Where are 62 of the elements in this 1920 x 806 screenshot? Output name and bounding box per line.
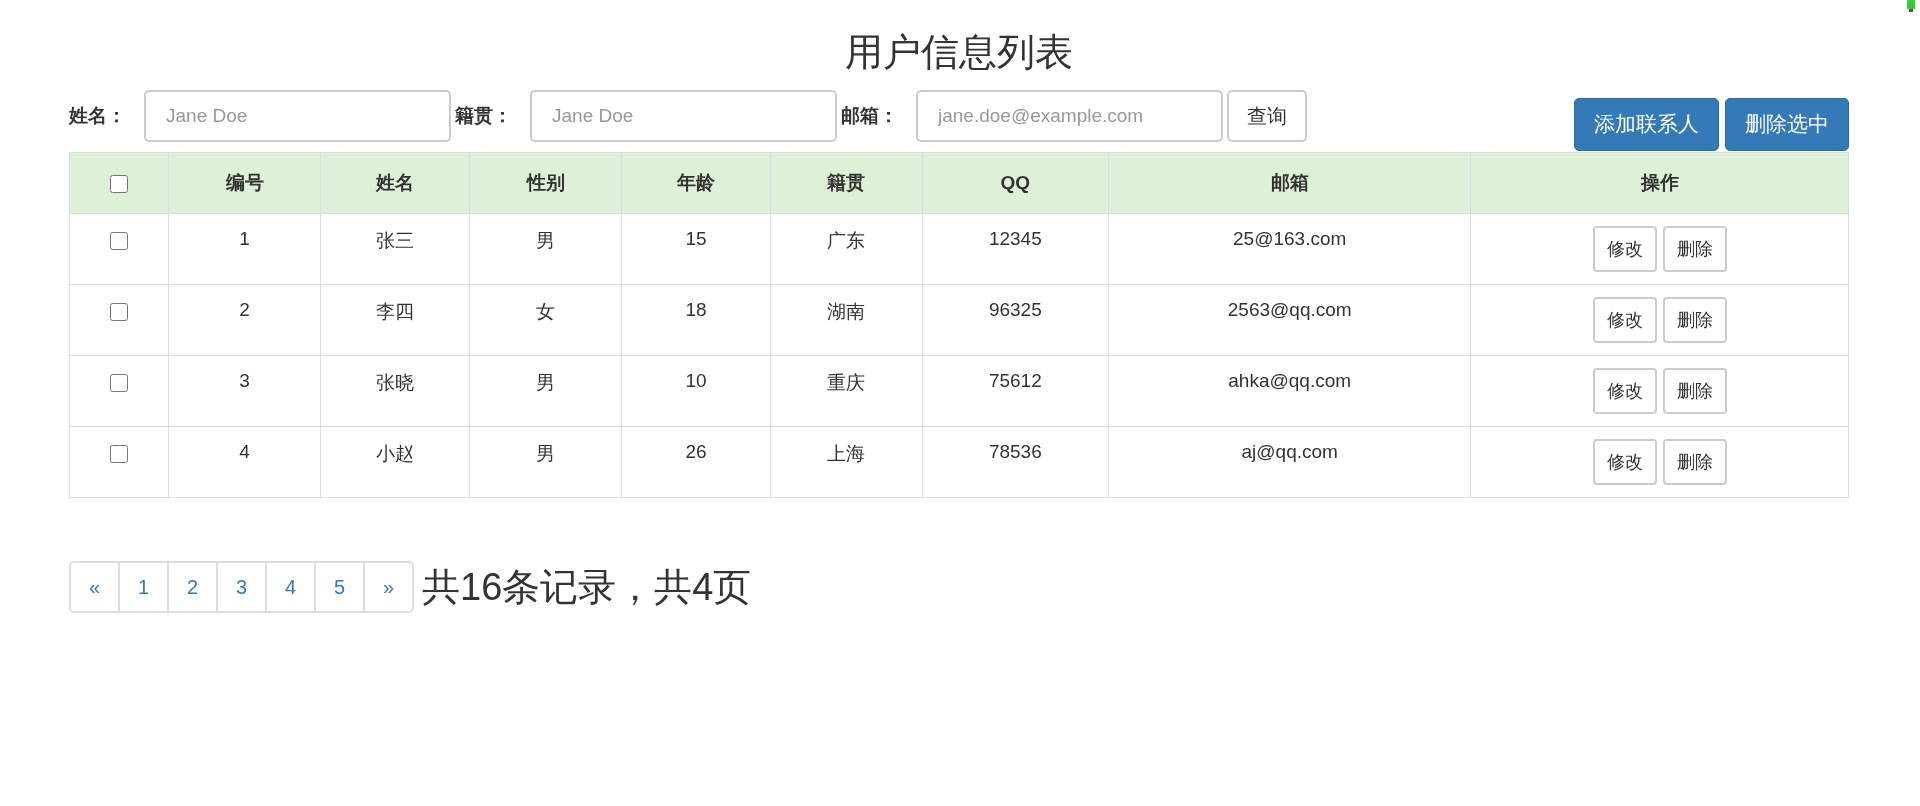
search-field[interactable]: jane.doe@example.com [916, 90, 1223, 142]
table-cell: 18 [621, 284, 771, 356]
table-cell: 张三 [320, 213, 470, 285]
edit-button[interactable]: 修改 [1592, 368, 1657, 414]
record-summary: 共16条记录，共4页 [422, 564, 752, 610]
edit-button[interactable]: 修改 [1592, 297, 1657, 343]
column-header: QQ [922, 152, 1109, 214]
page-link[interactable]: 3 [216, 561, 267, 613]
table-cell: 26 [621, 426, 771, 498]
column-header: 操作 [1470, 152, 1849, 214]
table-cell: aj@qq.com [1108, 426, 1471, 498]
table-cell: 4 [168, 426, 321, 498]
column-header: 姓名 [320, 152, 470, 214]
page-title: 用户信息列表 [845, 30, 1073, 75]
table-cell: 12345 [922, 213, 1109, 285]
table-cell: 广东 [770, 213, 923, 285]
table-cell: 男 [469, 426, 622, 498]
field-label: 姓名： [69, 104, 126, 128]
column-header: 籍贯 [770, 152, 923, 214]
table-cell: 张晓 [320, 355, 470, 427]
field-label: 邮箱： [841, 104, 898, 128]
edit-button[interactable]: 修改 [1592, 439, 1657, 485]
table-cell: 75612 [922, 355, 1109, 427]
table-cell: 李四 [320, 284, 470, 356]
table-cell: 25@163.com [1108, 213, 1471, 285]
search-field[interactable]: Jane Doe [144, 90, 451, 142]
table-cell: 小赵 [320, 426, 470, 498]
page-link[interactable]: 2 [167, 561, 218, 613]
search-field[interactable]: Jane Doe [530, 90, 837, 142]
page-link[interactable]: 1 [118, 561, 169, 613]
next-page-link[interactable]: » [363, 561, 414, 613]
table-cell: 96325 [922, 284, 1109, 356]
table-cell: 2563@qq.com [1108, 284, 1471, 356]
table-cell: 15 [621, 213, 771, 285]
column-header: 年龄 [621, 152, 771, 214]
table-cell: 3 [168, 355, 321, 427]
table-cell: 2 [168, 284, 321, 356]
delete-button[interactable]: 删除 [1662, 297, 1727, 343]
table-cell: ahka@qq.com [1108, 355, 1471, 427]
edit-button[interactable]: 修改 [1592, 226, 1657, 272]
query-button[interactable]: 查询 [1227, 90, 1307, 142]
table-cell: 10 [621, 355, 771, 427]
field-label: 籍贯： [455, 104, 512, 128]
table-cell: 男 [469, 213, 622, 285]
table-cell: 女 [469, 284, 622, 356]
table-cell: 上海 [770, 426, 923, 498]
delete-selected-button[interactable]: 删除选中 [1725, 97, 1849, 151]
column-header: 邮箱 [1108, 152, 1471, 214]
previous-page-link[interactable]: « [69, 561, 120, 613]
column-header: 编号 [168, 152, 321, 214]
table-cell: 重庆 [770, 355, 923, 427]
table-cell: 湖南 [770, 284, 923, 356]
delete-button[interactable]: 删除 [1662, 439, 1727, 485]
table-cell: 78536 [922, 426, 1109, 498]
delete-button[interactable]: 删除 [1662, 368, 1727, 414]
column-header: 性别 [469, 152, 622, 214]
delete-button[interactable]: 删除 [1662, 226, 1727, 272]
page-link[interactable]: 5 [314, 561, 365, 613]
table-cell: 1 [168, 213, 321, 285]
add-contact-button[interactable]: 添加联系人 [1574, 97, 1719, 151]
page-link[interactable]: 4 [265, 561, 316, 613]
table-cell: 男 [469, 355, 622, 427]
